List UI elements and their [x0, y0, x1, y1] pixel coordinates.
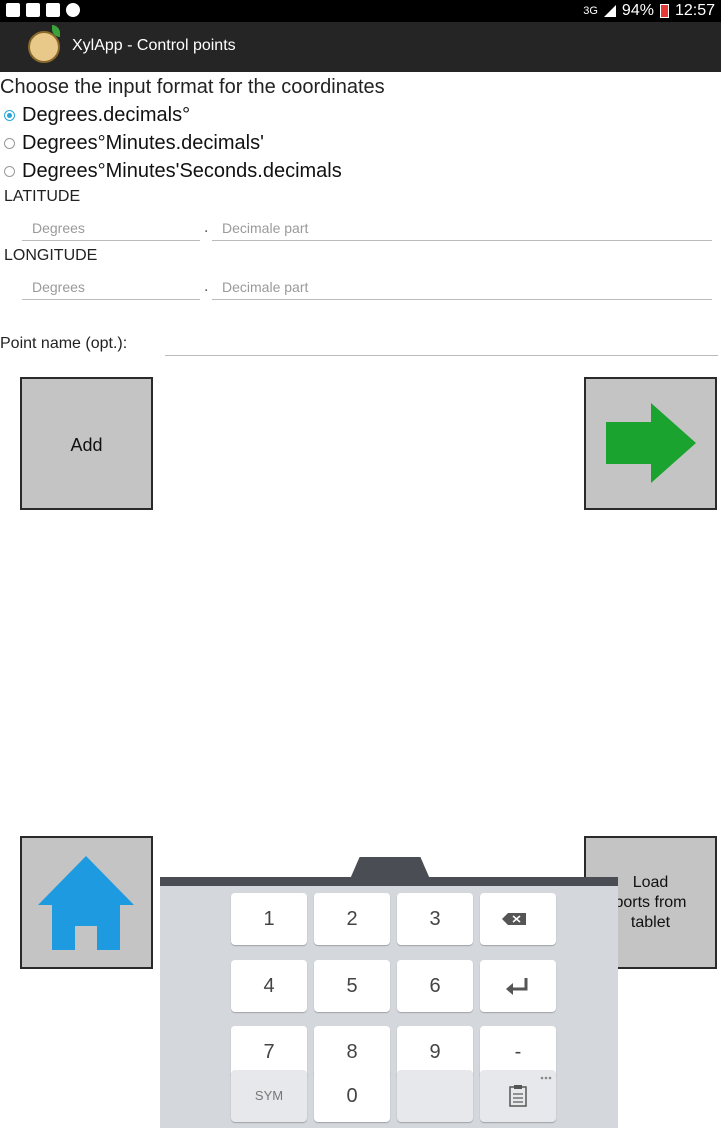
key-1[interactable]: 1: [231, 893, 307, 945]
latitude-degrees-input[interactable]: Degrees: [22, 215, 200, 241]
key-4[interactable]: 4: [231, 960, 307, 1012]
radio-unselected-icon[interactable]: [4, 166, 15, 177]
format-option-degrees-decimals[interactable]: Degrees.decimals°: [4, 104, 190, 127]
latitude-label: LATITUDE: [4, 188, 81, 205]
key-backspace[interactable]: [480, 893, 556, 945]
longitude-degrees-input[interactable]: Degrees: [22, 274, 200, 300]
app-logo-icon[interactable]: [28, 25, 60, 63]
blue-home-icon: [38, 856, 134, 950]
battery-percent: 94%: [621, 2, 654, 19]
keyboard-top-bar: [160, 877, 618, 886]
key-6[interactable]: 6: [397, 960, 473, 1012]
add-button-label: Add: [70, 435, 103, 455]
key-clipboard[interactable]: [480, 1070, 556, 1122]
messenger-notification-icon: [66, 3, 80, 17]
key-0[interactable]: 0: [314, 1070, 390, 1122]
green-arrow-right-icon: [606, 403, 696, 483]
format-prompt: Choose the input format for the coordina…: [0, 76, 385, 98]
latitude-decimal-input[interactable]: Decimale part: [212, 215, 712, 241]
status-indicators: 3G 94% 12:57: [583, 2, 715, 20]
backspace-icon: [502, 913, 526, 925]
next-button[interactable]: [584, 377, 717, 510]
clock: 12:57: [674, 2, 715, 19]
latitude-separator: .: [204, 219, 209, 236]
format-option-degrees-minutes-seconds[interactable]: Degrees°Minutes'Seconds.decimals: [4, 160, 342, 183]
point-name-input[interactable]: [165, 330, 718, 356]
battery-icon: [659, 4, 669, 18]
signal-icon: [603, 5, 616, 17]
longitude-label: LONGITUDE: [4, 247, 98, 264]
clipboard-icon: [509, 1076, 552, 1107]
key-sym[interactable]: SYM: [231, 1070, 307, 1122]
app-title: XylApp - Control points: [72, 37, 236, 54]
key-3[interactable]: 3: [397, 893, 473, 945]
format-option-label: Degrees°Minutes.decimals': [22, 132, 264, 154]
format-option-degrees-minutes[interactable]: Degrees°Minutes.decimals': [4, 132, 264, 155]
longitude-decimal-input[interactable]: Decimale part: [212, 274, 712, 300]
key-blank[interactable]: [397, 1070, 473, 1122]
home-button[interactable]: [20, 836, 153, 969]
radio-selected-icon[interactable]: [4, 110, 15, 121]
numeric-keyboard: 1 2 3 4 5 6 7 8 9 - SYM 0: [160, 877, 618, 1128]
notification-icons: [6, 3, 80, 17]
key-2[interactable]: 2: [314, 893, 390, 945]
key-enter[interactable]: [480, 960, 556, 1012]
longitude-separator: .: [204, 278, 209, 295]
enter-icon: [506, 978, 528, 995]
status-bar: 3G 94% 12:57: [0, 0, 721, 22]
network-type: 3G: [583, 5, 598, 17]
format-option-label: Degrees.decimals°: [22, 104, 191, 126]
point-name-label: Point name (opt.):: [0, 335, 128, 352]
app-bar: XylApp - Control points: [0, 22, 721, 72]
keyboard-notification-icon: [26, 3, 40, 17]
mail-notification-icon: [46, 3, 60, 17]
key-5[interactable]: 5: [314, 960, 390, 1012]
format-option-label: Degrees°Minutes'Seconds.decimals: [22, 160, 342, 182]
add-button[interactable]: Add: [20, 377, 153, 510]
keyboard-handle[interactable]: [350, 857, 430, 879]
gallery-notification-icon: [6, 3, 20, 17]
radio-unselected-icon[interactable]: [4, 138, 15, 149]
